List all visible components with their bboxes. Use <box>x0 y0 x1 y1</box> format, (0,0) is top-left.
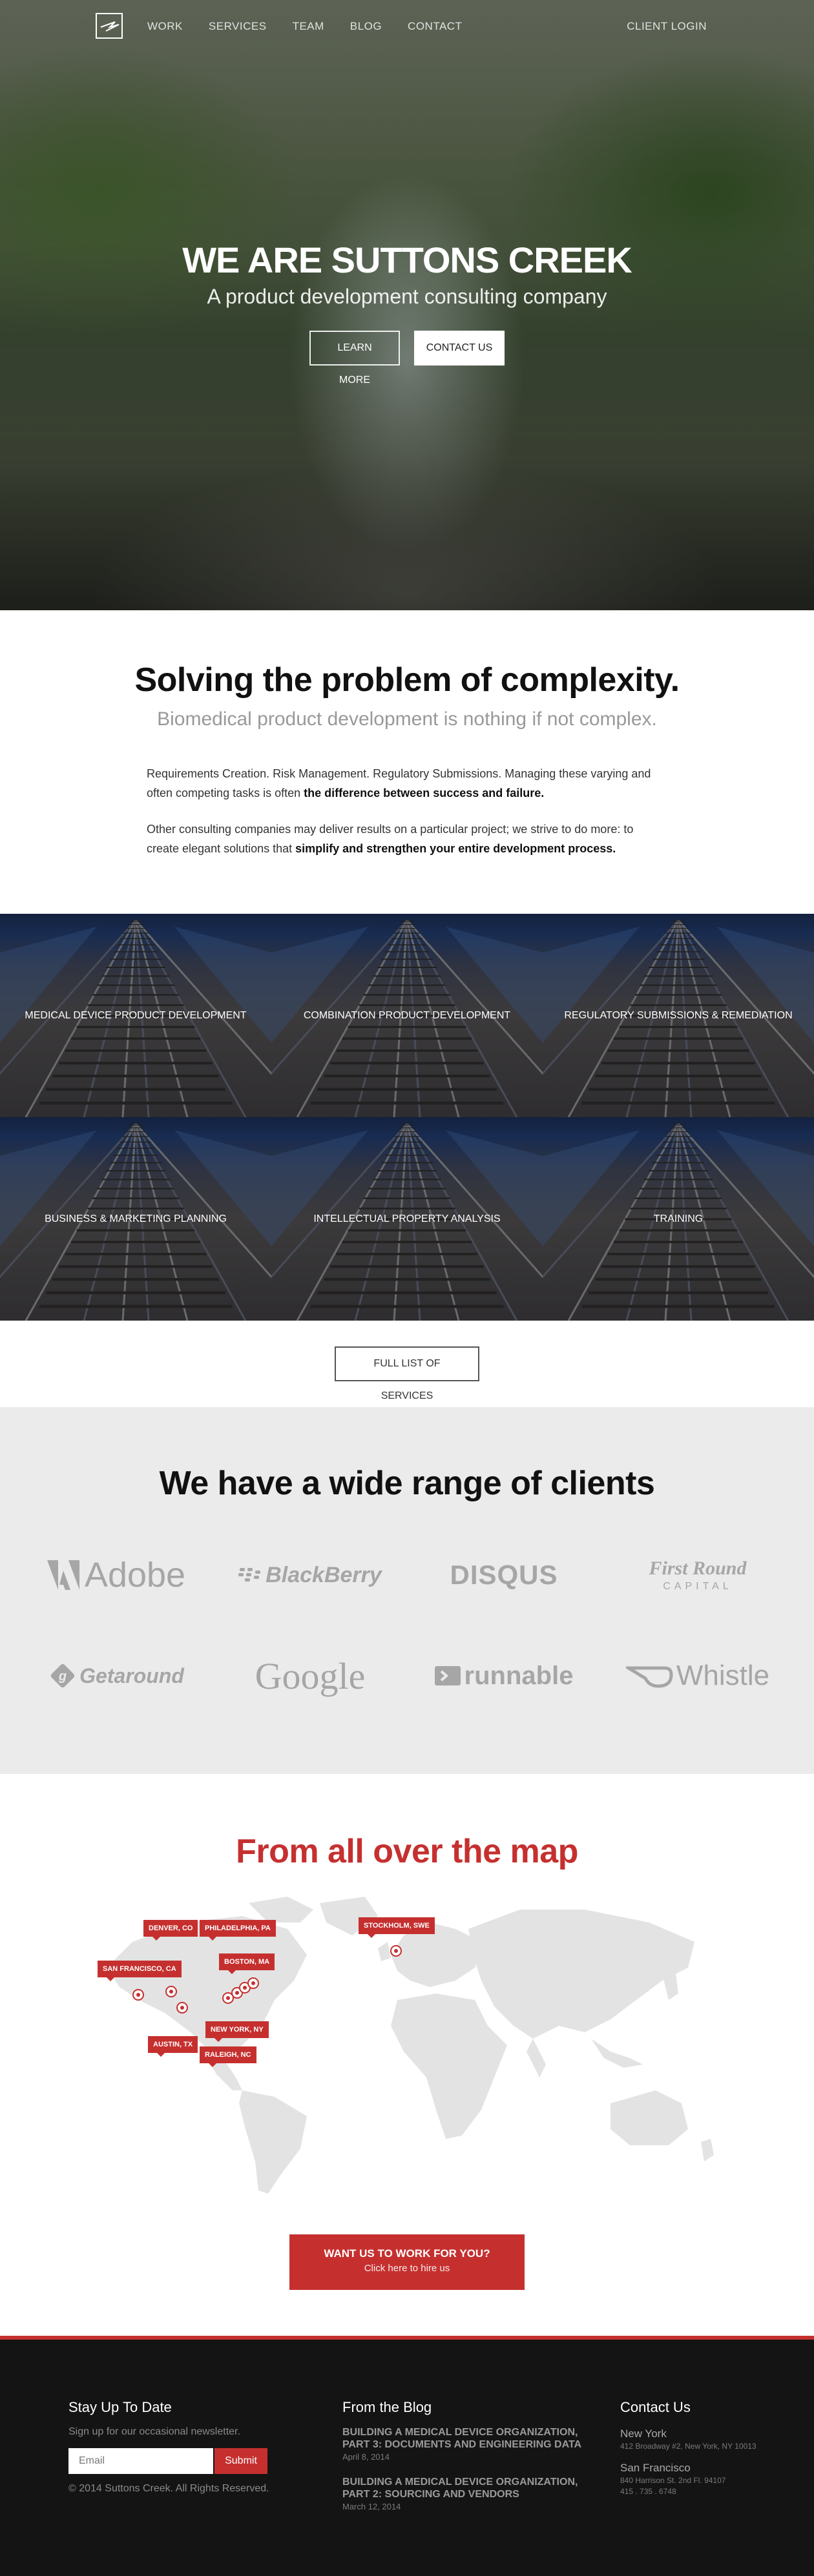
top-nav: WORK SERVICES TEAM BLOG CONTACT CLIENT L… <box>0 0 814 52</box>
blog-post-link-2[interactable]: BUILDING A MEDICAL DEVICE ORGANIZATION, … <box>342 2476 601 2500</box>
client-logo-blackberry: BlackBerry <box>213 1525 407 1625</box>
pin-label-stockholm: STOCKHOLM, SWE <box>359 1917 435 1938</box>
client-login-link[interactable]: CLIENT LOGIN <box>627 20 707 33</box>
client-logo-disqus: DISQUS <box>450 1560 558 1590</box>
office-city-san-francisco: San Francisco <box>620 2462 691 2474</box>
blog-post-link-1[interactable]: BUILDING A MEDICAL DEVICE ORGANIZATION, … <box>342 2426 601 2451</box>
getaround-icon: g <box>50 1664 75 1688</box>
pin-label-san-francisco: SAN FRANCISCO, CA <box>98 1961 182 1981</box>
client-logo-whistle: Whistle <box>601 1625 795 1726</box>
intro-section: Solving the problem of complexity. Biome… <box>0 610 814 914</box>
blog-post-date-2: March 12, 2014 <box>342 2502 401 2511</box>
pin-dot-stockholm[interactable] <box>390 1945 402 1957</box>
office-address-san-francisco: 840 Harrison St. 2nd Fl. 94107 <box>620 2476 726 2485</box>
intro-paragraph-1: Requirements Creation. Risk Management. … <box>147 767 651 799</box>
footer-blog: From the Blog BUILDING A MEDICAL DEVICE … <box>342 2399 601 2511</box>
pin-label-boston: BOSTON, MA <box>219 1953 275 1974</box>
service-tile-business-marketing[interactable]: BUSINESS & MARKETING PLANNING <box>0 1117 271 1321</box>
nav-contact[interactable]: CONTACT <box>408 20 462 33</box>
nav-work[interactable]: WORK <box>147 20 183 33</box>
office-phone: 415 . 735 . 6748 <box>620 2487 676 2496</box>
whistle-icon <box>625 1666 673 1688</box>
intro-lead: Biomedical product development is nothin… <box>157 708 657 730</box>
client-logo-getaround: g Getaround <box>19 1625 213 1726</box>
suttons-creek-logo-icon[interactable] <box>96 13 123 39</box>
service-tile-regulatory[interactable]: REGULATORY SUBMISSIONS & REMEDIATION <box>543 914 814 1117</box>
nav-blog[interactable]: BLOG <box>350 20 382 33</box>
intro-paragraph-2: Other consulting companies may deliver r… <box>147 823 634 855</box>
blog-post-date-1: April 8, 2014 <box>342 2452 390 2462</box>
service-tile-combination-product[interactable]: COMBINATION PRODUCT DEVELOPMENT <box>271 914 543 1117</box>
client-logo-adobe: Adobe <box>19 1525 213 1625</box>
newsletter-text: Sign up for our occasional newsletter. <box>68 2426 240 2437</box>
pin-dot-san-francisco[interactable] <box>132 1989 144 2001</box>
pin-label-raleigh: RALEIGH, NC <box>200 2046 256 2067</box>
clients-heading: We have a wide range of clients <box>159 1465 655 1502</box>
copyright: © 2014 Suttons Creek. All Rights Reserve… <box>68 2483 269 2494</box>
office-city-new-york: New York <box>620 2427 667 2440</box>
map-heading: From all over the map <box>236 1833 578 1870</box>
services-grid: MEDICAL DEVICE PRODUCT DEVELOPMENT COMBI… <box>0 914 814 1321</box>
pin-label-new-york: NEW YORK, NY <box>205 2021 269 2042</box>
full-list-services-button[interactable]: FULL LIST OF SERVICES <box>335 1346 479 1401</box>
newsletter-submit-button[interactable]: Submit <box>214 2448 267 2474</box>
contact-us-button[interactable]: CONTACT US <box>414 331 505 366</box>
footer-contact: Contact Us New York 412 Broadway #2, New… <box>620 2399 757 2497</box>
client-logo-google: Google <box>255 1654 366 1697</box>
runnable-icon <box>434 1666 461 1685</box>
clients-section: We have a wide range of clients Adobe Bl… <box>0 1407 814 1774</box>
footer-newsletter: Stay Up To Date Sign up for our occasion… <box>68 2399 269 2495</box>
learn-more-button[interactable]: LEARN MORE <box>309 331 400 386</box>
newsletter-email-input[interactable] <box>68 2448 213 2474</box>
service-tile-training[interactable]: TRAINING <box>543 1117 814 1321</box>
pin-dot-boston[interactable] <box>247 1977 259 1989</box>
service-tile-medical-device[interactable]: MEDICAL DEVICE PRODUCT DEVELOPMENT <box>0 914 271 1117</box>
hire-us-cta-button[interactable]: WANT US TO WORK FOR YOU? Click here to h… <box>289 2234 525 2290</box>
office-address-new-york: 412 Broadway #2, New York, NY 10013 <box>620 2442 757 2451</box>
blackberry-icon <box>238 1568 261 1582</box>
hero-title: WE ARE SUTTONS CREEK <box>182 240 632 280</box>
blog-title: From the Blog <box>342 2399 432 2415</box>
newsletter-title: Stay Up To Date <box>68 2399 172 2415</box>
full-list-wrap: FULL LIST OF SERVICES <box>0 1321 814 1407</box>
pin-label-philadelphia: PHILADELPHIA, PA <box>200 1920 276 1941</box>
service-tile-intellectual-property[interactable]: INTELLECTUAL PROPERTY ANALYSIS <box>271 1117 543 1321</box>
pin-label-austin: AUSTIN, TX <box>148 2036 198 2057</box>
adobe-icon <box>47 1560 79 1590</box>
pin-dot-austin[interactable] <box>176 2002 188 2014</box>
hero-subtitle: A product development consulting company <box>207 285 607 308</box>
map-section: From all over the map DENVER, CO PHILADE… <box>0 1774 814 2336</box>
svg-text:g: g <box>58 1669 67 1684</box>
client-logo-runnable: runnable <box>407 1625 601 1726</box>
hero-section: WORK SERVICES TEAM BLOG CONTACT CLIENT L… <box>0 0 814 610</box>
pin-label-denver: DENVER, CO <box>143 1920 198 1941</box>
nav-team[interactable]: TEAM <box>293 20 324 33</box>
contact-title: Contact Us <box>620 2399 691 2415</box>
client-logo-first-round: First Round CAPITAL <box>649 1558 747 1592</box>
pin-dot-denver[interactable] <box>165 1986 177 1997</box>
nav-services[interactable]: SERVICES <box>209 20 267 33</box>
intro-heading: Solving the problem of complexity. <box>134 661 680 699</box>
footer: Stay Up To Date Sign up for our occasion… <box>0 2336 814 2576</box>
